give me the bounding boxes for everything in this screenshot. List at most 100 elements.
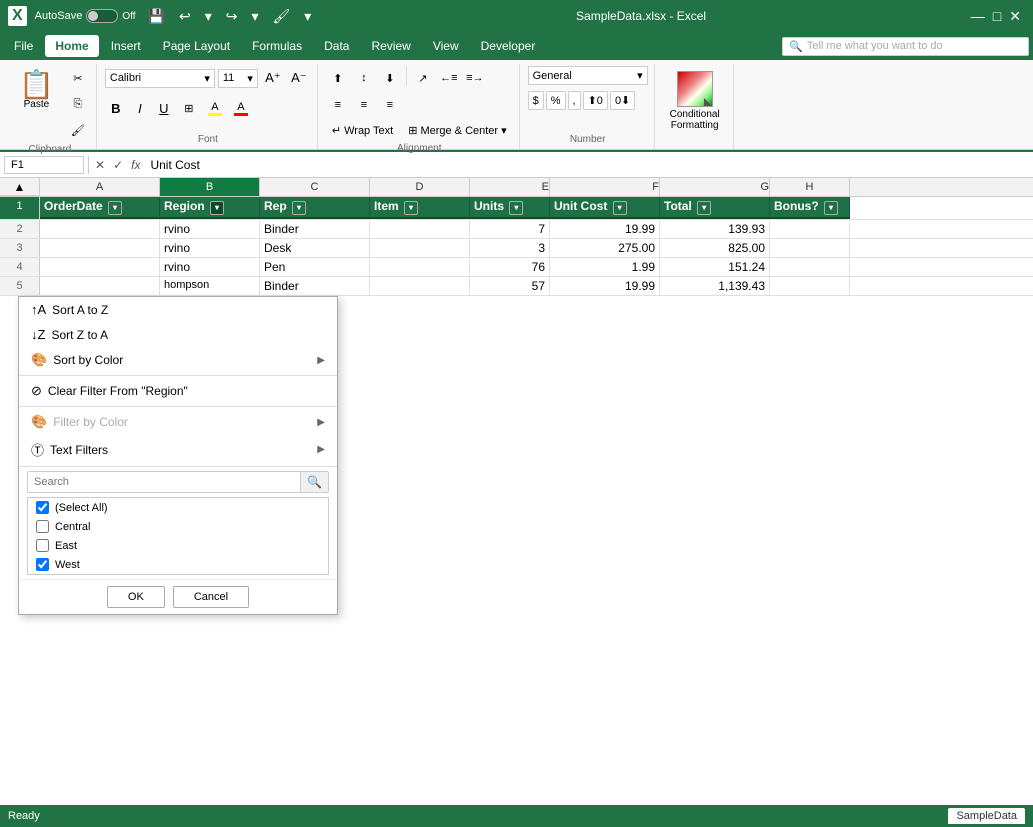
col-header-f[interactable]: F <box>550 178 660 196</box>
dropdown-cancel-button[interactable]: Cancel <box>173 586 249 608</box>
font-color-button[interactable]: A <box>229 96 253 120</box>
cell-2f[interactable]: 19.99 <box>550 220 660 238</box>
check-item-east[interactable]: East <box>28 536 328 555</box>
cell-5g[interactable]: 1,139.43 <box>660 277 770 295</box>
cell-4h[interactable] <box>770 258 850 276</box>
checkbox-central[interactable] <box>36 520 49 533</box>
underline-button[interactable]: U <box>153 97 175 119</box>
text-angle-button[interactable]: ↗ <box>411 66 435 90</box>
paint-brush-icon[interactable]: 🖌 <box>269 6 295 27</box>
insert-function-button[interactable]: fx <box>129 156 142 174</box>
font-grow-button[interactable]: A⁺ <box>261 66 285 90</box>
cell-5e[interactable]: 57 <box>470 277 550 295</box>
col-header-g[interactable]: G <box>660 178 770 196</box>
italic-button[interactable]: I <box>129 97 151 119</box>
decimal-decrease-button[interactable]: 0⬇ <box>610 91 635 110</box>
dropdown-search-input[interactable] <box>28 473 300 491</box>
filter-rep-button[interactable]: ▾ <box>292 201 306 215</box>
checkbox-select-all[interactable] <box>36 501 49 514</box>
wrap-text-button[interactable]: ↵ Wrap Text <box>326 120 399 141</box>
cell-4f[interactable]: 1.99 <box>550 258 660 276</box>
menu-file[interactable]: File <box>4 35 43 57</box>
menu-formulas[interactable]: Formulas <box>242 35 312 57</box>
dropdown-ok-button[interactable]: OK <box>107 586 165 608</box>
decimal-increase-button[interactable]: ⬆0 <box>583 91 608 110</box>
col-header-h[interactable]: H <box>770 178 850 196</box>
menu-insert[interactable]: Insert <box>101 35 151 57</box>
cell-5b[interactable]: hompson <box>160 277 260 295</box>
close-btn[interactable]: ✕ <box>1005 6 1025 27</box>
col-header-e[interactable]: E <box>470 178 550 196</box>
cell-3f[interactable]: 275.00 <box>550 239 660 257</box>
merge-center-button[interactable]: ⊞ Merge & Center ▾ <box>402 120 512 141</box>
cell-3b[interactable]: rvino <box>160 239 260 257</box>
formula-input[interactable] <box>146 156 1029 174</box>
cell-2e[interactable]: 7 <box>470 220 550 238</box>
bold-button[interactable]: B <box>105 97 127 119</box>
redo-icon-btn[interactable]: ↪ <box>222 6 242 27</box>
menu-data[interactable]: Data <box>314 35 359 57</box>
checkbox-east[interactable] <box>36 539 49 552</box>
align-left-button[interactable]: ≡ <box>326 93 350 117</box>
cell-4c[interactable]: Pen <box>260 258 370 276</box>
align-middle-button[interactable]: ↕ <box>352 66 376 90</box>
indent-decrease-button[interactable]: ←≡ <box>437 66 461 90</box>
align-bottom-button[interactable]: ⬇ <box>378 66 402 90</box>
autosave-toggle[interactable] <box>86 9 118 23</box>
check-item-select-all[interactable]: (Select All) <box>28 498 328 517</box>
conditional-formatting-button[interactable]: Conditional Formatting <box>663 66 727 136</box>
cell-4e[interactable]: 76 <box>470 258 550 276</box>
sheet-tab[interactable]: SampleData <box>948 808 1025 824</box>
cell-5c[interactable]: Binder <box>260 277 370 295</box>
sort-z-to-a-item[interactable]: ↓Z Sort Z to A <box>19 322 337 347</box>
indent-increase-button[interactable]: ≡→ <box>463 66 487 90</box>
filter-orderdate-button[interactable]: ▾ <box>108 201 122 215</box>
cell-3a[interactable] <box>40 239 160 257</box>
cell-5f[interactable]: 19.99 <box>550 277 660 295</box>
fill-color-button[interactable]: A <box>203 96 227 120</box>
percent-button[interactable]: % <box>546 91 566 110</box>
border-button[interactable]: ⊞ <box>177 96 201 120</box>
align-top-button[interactable]: ⬆ <box>326 66 350 90</box>
sort-by-color-item[interactable]: 🎨 Sort by Color ▶ <box>19 347 337 373</box>
cell-2h[interactable] <box>770 220 850 238</box>
formula-cancel-button[interactable]: ✕ <box>93 156 107 174</box>
cell-5d[interactable] <box>370 277 470 295</box>
cell-4g[interactable]: 151.24 <box>660 258 770 276</box>
maximize-btn[interactable]: □ <box>989 6 1005 26</box>
cell-2c[interactable]: Binder <box>260 220 370 238</box>
minimize-btn[interactable]: — <box>967 6 989 26</box>
checkbox-west[interactable] <box>36 558 49 571</box>
filter-item-button[interactable]: ▾ <box>404 201 418 215</box>
undo-arrow-icon[interactable]: ▾ <box>201 6 216 27</box>
cell-2d[interactable] <box>370 220 470 238</box>
currency-button[interactable]: $ <box>528 91 544 110</box>
paste-button[interactable]: 📋 Paste <box>10 66 63 115</box>
number-format-dropdown[interactable]: General ▾ <box>528 66 648 85</box>
align-right-button[interactable]: ≡ <box>378 93 402 117</box>
font-shrink-button[interactable]: A⁻ <box>287 66 311 90</box>
cell-3e[interactable]: 3 <box>470 239 550 257</box>
cell-5a[interactable] <box>40 277 160 295</box>
cell-4b[interactable]: rvino <box>160 258 260 276</box>
copy-button[interactable]: ⎘ <box>66 92 90 116</box>
font-name-dropdown[interactable]: Calibri ▾ <box>105 69 215 88</box>
filter-units-button[interactable]: ▾ <box>509 201 523 215</box>
cell-3d[interactable] <box>370 239 470 257</box>
select-all-button[interactable]: ▲ <box>0 178 40 196</box>
filter-by-color-item[interactable]: 🎨 Filter by Color ▶ <box>19 409 337 435</box>
font-size-dropdown[interactable]: 11 ▾ <box>218 69 258 88</box>
comma-button[interactable]: , <box>568 91 581 110</box>
col-header-c[interactable]: C <box>260 178 370 196</box>
col-header-a[interactable]: A <box>40 178 160 196</box>
save-icon-btn[interactable]: 💾 <box>144 6 169 27</box>
check-item-west[interactable]: West <box>28 555 328 574</box>
redo-arrow-icon[interactable]: ▾ <box>247 6 262 27</box>
cell-4d[interactable] <box>370 258 470 276</box>
menu-developer[interactable]: Developer <box>471 35 546 57</box>
cell-2b[interactable]: rvino <box>160 220 260 238</box>
menu-page-layout[interactable]: Page Layout <box>153 35 240 57</box>
formula-confirm-button[interactable]: ✓ <box>111 156 125 174</box>
cut-button[interactable]: ✂ <box>66 66 90 90</box>
cell-5h[interactable] <box>770 277 850 295</box>
